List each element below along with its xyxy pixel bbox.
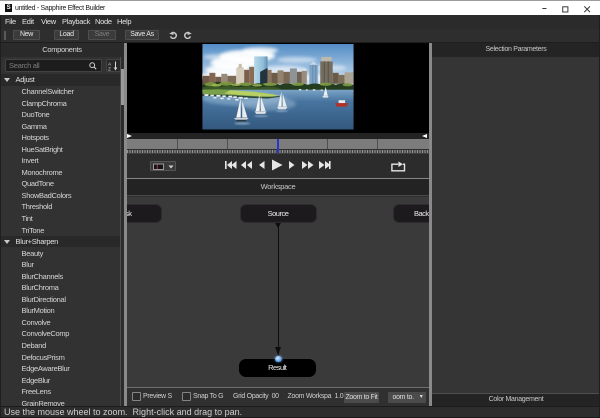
svg-text:Z: Z — [108, 66, 111, 70]
